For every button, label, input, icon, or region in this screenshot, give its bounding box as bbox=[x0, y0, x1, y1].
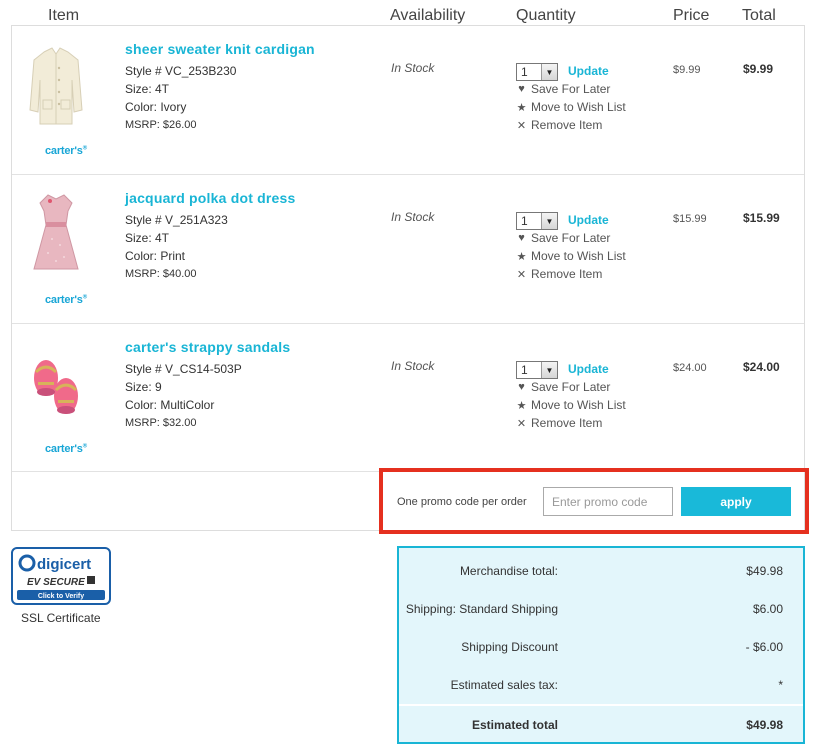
product-color: Color: Print bbox=[125, 249, 186, 263]
move-to-wish-list-link[interactable]: ★ Move to Wish List bbox=[516, 398, 626, 412]
star-icon: ★ bbox=[516, 399, 527, 412]
quantity-select[interactable]: 1 ▼ bbox=[516, 212, 558, 230]
availability-status: In Stock bbox=[391, 210, 435, 224]
apply-promo-button[interactable]: apply bbox=[681, 487, 791, 516]
brand-logo: carter's® bbox=[45, 294, 87, 306]
column-header-quantity: Quantity bbox=[516, 7, 576, 24]
close-icon: ✕ bbox=[516, 268, 527, 281]
promo-code-section: One promo code per order apply bbox=[379, 468, 809, 534]
brand-logo: carter's® bbox=[45, 443, 87, 455]
cart-item-row: carter's® jacquard polka dot dress Style… bbox=[12, 175, 804, 324]
product-style: Style # VC_253B230 bbox=[125, 64, 237, 78]
move-to-wish-list-link[interactable]: ★ Move to Wish List bbox=[516, 100, 626, 114]
product-style: Style # V_251A323 bbox=[125, 213, 228, 227]
unit-price: $9.99 bbox=[673, 64, 701, 76]
click-to-verify-text: Click to Verify bbox=[38, 593, 84, 600]
quantity-select[interactable]: 1 ▼ bbox=[516, 361, 558, 379]
brand-logo: carter's® bbox=[45, 145, 87, 157]
promo-code-label: One promo code per order bbox=[397, 496, 527, 508]
chevron-down-icon: ▼ bbox=[541, 64, 557, 80]
save-for-later-link[interactable]: ♥ Save For Later bbox=[516, 380, 610, 394]
column-header-price: Price bbox=[673, 7, 710, 24]
heart-icon: ♥ bbox=[518, 232, 525, 244]
product-name-link[interactable]: sheer sweater knit cardigan bbox=[125, 41, 315, 57]
column-header-total: Total bbox=[742, 7, 776, 24]
product-name-link[interactable]: carter's strappy sandals bbox=[125, 339, 290, 355]
line-total: $24.00 bbox=[743, 360, 780, 374]
remove-item-link[interactable]: ✕ Remove Item bbox=[516, 267, 602, 281]
product-style: Style # V_CS14-503P bbox=[125, 362, 242, 376]
close-icon: ✕ bbox=[516, 119, 527, 132]
heart-icon: ♥ bbox=[518, 381, 525, 393]
update-link[interactable]: Update bbox=[568, 362, 609, 376]
star-icon: ★ bbox=[516, 101, 527, 114]
save-for-later-link[interactable]: ♥ Save For Later bbox=[516, 231, 610, 245]
update-link[interactable]: Update bbox=[568, 64, 609, 78]
digicert-brand-text: digicert bbox=[37, 556, 91, 573]
availability-status: In Stock bbox=[391, 61, 435, 75]
cart-item-row: carter's® carter's strappy sandals Style… bbox=[12, 324, 804, 472]
close-icon: ✕ bbox=[516, 417, 527, 430]
product-color: Color: Ivory bbox=[125, 100, 187, 114]
sandals-image[interactable] bbox=[26, 338, 86, 423]
product-size: Size: 4T bbox=[125, 231, 170, 245]
line-total: $9.99 bbox=[743, 62, 774, 76]
cardigan-image[interactable] bbox=[26, 40, 86, 125]
chevron-down-icon: ▼ bbox=[541, 213, 557, 229]
promo-code-input[interactable] bbox=[543, 487, 673, 516]
move-to-wish-list-link[interactable]: ★ Move to Wish List bbox=[516, 249, 626, 263]
cart-table: carter's® sheer sweater knit cardigan St… bbox=[11, 25, 805, 531]
remove-item-link[interactable]: ✕ Remove Item bbox=[516, 118, 602, 132]
unit-price: $24.00 bbox=[673, 362, 707, 374]
product-size: Size: 4T bbox=[125, 82, 170, 96]
ssl-certificate-label: SSL Certificate bbox=[21, 611, 101, 625]
product-msrp: MSRP: $40.00 bbox=[125, 268, 197, 280]
column-header-availability: Availability bbox=[390, 7, 466, 24]
remove-item-link[interactable]: ✕ Remove Item bbox=[516, 416, 602, 430]
product-size: Size: 9 bbox=[125, 380, 162, 394]
column-header-item: Item bbox=[48, 7, 80, 24]
heart-icon: ♥ bbox=[518, 83, 525, 95]
product-msrp: MSRP: $26.00 bbox=[125, 119, 197, 131]
product-name-link[interactable]: jacquard polka dot dress bbox=[125, 190, 296, 206]
unit-price: $15.99 bbox=[673, 213, 707, 225]
digicert-seal[interactable]: digicert EV SECURE Click to Verify bbox=[11, 547, 111, 605]
estimated-total-row: Estimated total $49.98 bbox=[399, 704, 803, 742]
product-color: Color: MultiColor bbox=[125, 398, 215, 412]
update-link[interactable]: Update bbox=[568, 213, 609, 227]
star-icon: ★ bbox=[516, 250, 527, 263]
availability-status: In Stock bbox=[391, 359, 435, 373]
line-total: $15.99 bbox=[743, 211, 780, 225]
cart-item-row: carter's® sheer sweater knit cardigan St… bbox=[12, 26, 804, 175]
dress-image[interactable] bbox=[26, 189, 86, 274]
product-msrp: MSRP: $32.00 bbox=[125, 417, 197, 429]
chevron-down-icon: ▼ bbox=[541, 362, 557, 378]
ev-secure-text: EV SECURE bbox=[27, 577, 85, 588]
save-for-later-link[interactable]: ♥ Save For Later bbox=[516, 82, 610, 96]
quantity-select[interactable]: 1 ▼ bbox=[516, 63, 558, 81]
order-summary: Merchandise total: $49.98 Shipping: Stan… bbox=[397, 546, 805, 744]
